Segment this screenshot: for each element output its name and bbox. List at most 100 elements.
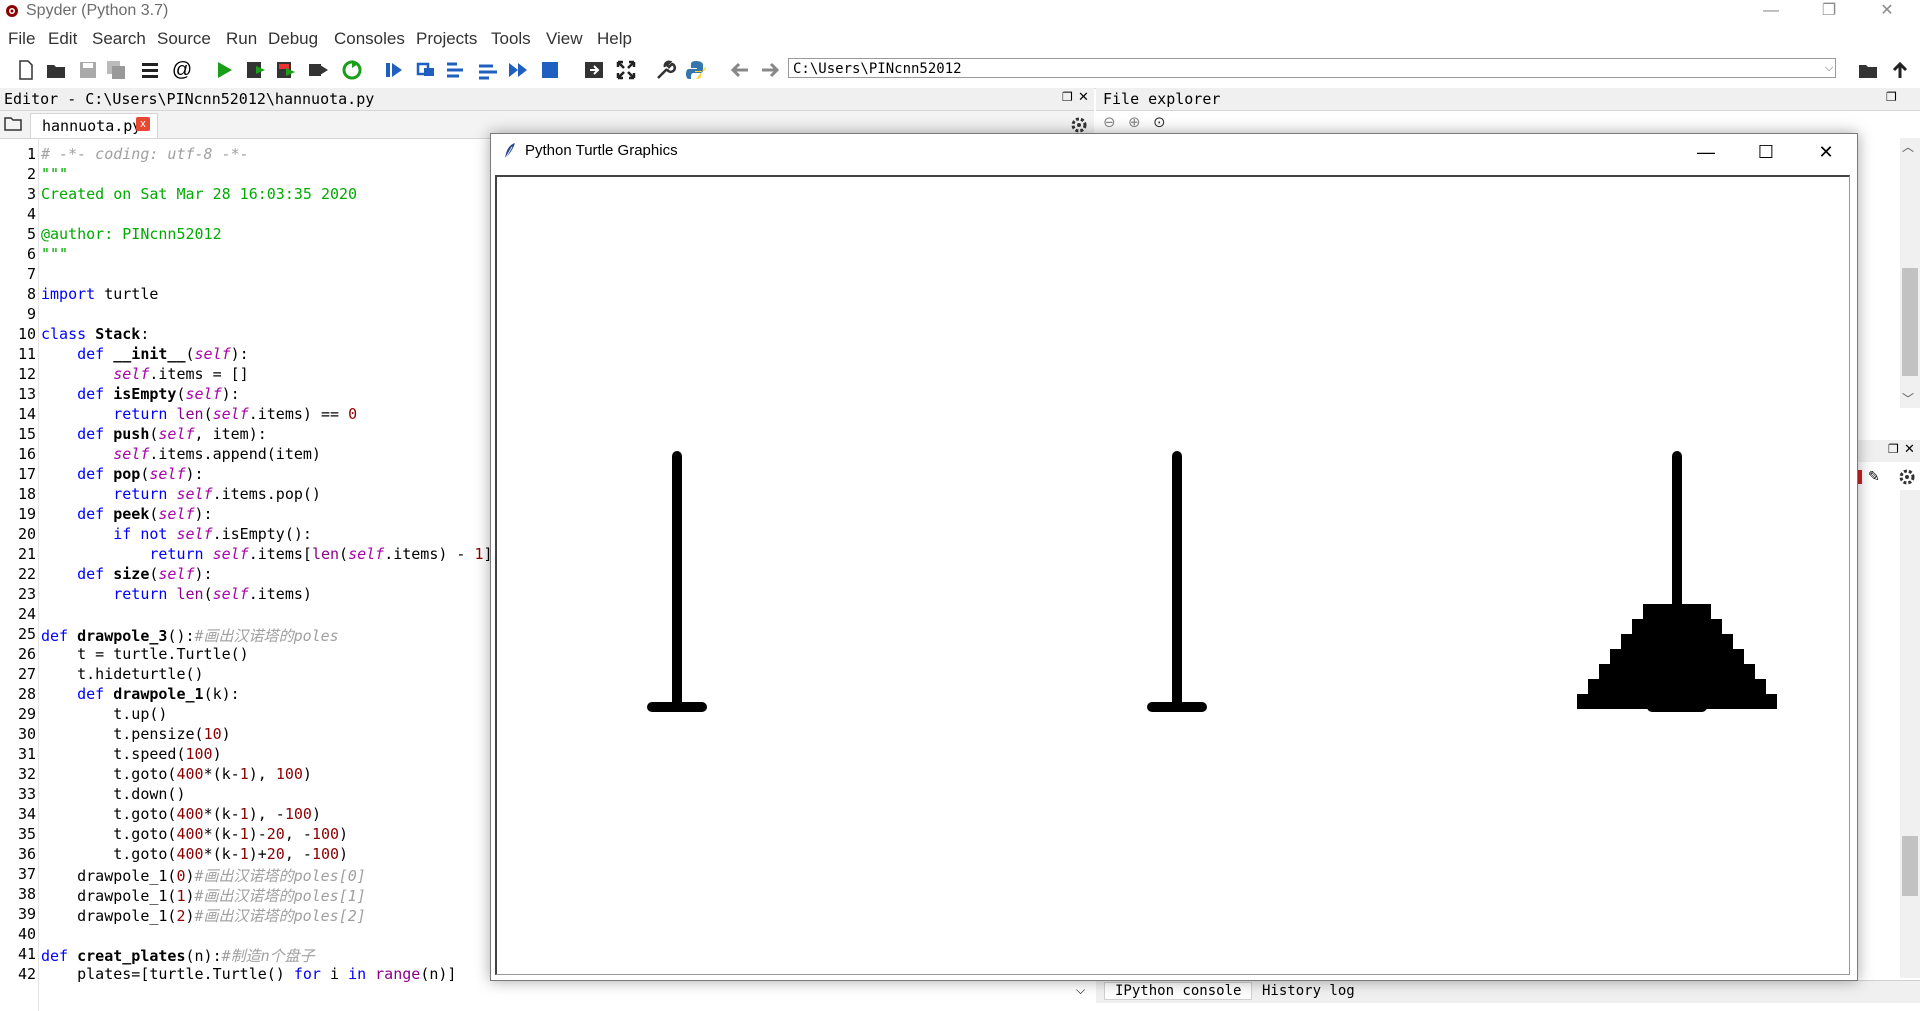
tab-close-icon[interactable]: x <box>136 117 150 131</box>
app-restore-button[interactable]: ❐ <box>1804 0 1854 24</box>
save-icon[interactable] <box>76 58 100 82</box>
turtle-close-button[interactable]: ✕ <box>1796 134 1856 170</box>
line-number: 6 <box>26 245 36 263</box>
line-number: 23 <box>17 585 36 603</box>
stop-debug-icon[interactable] <box>538 58 562 82</box>
close-pane-icon[interactable]: ✕ <box>1078 89 1089 105</box>
line-number: 28 <box>17 685 36 703</box>
fe-undock-icon[interactable]: ❐ <box>1886 90 1897 104</box>
turtle-window-title-bar[interactable] <box>491 134 1855 170</box>
open-file-icon[interactable] <box>44 58 68 82</box>
tab-history-log[interactable]: History log <box>1262 983 1355 999</box>
console-scroll-thumb[interactable] <box>1902 836 1918 896</box>
run-cell-icon[interactable] <box>244 58 268 82</box>
step-return-icon[interactable] <box>476 58 500 82</box>
preferences-wrench-icon[interactable] <box>654 58 678 82</box>
fe-up-icon[interactable]: ⊙ <box>1153 113 1166 131</box>
scroll-down-small-icon[interactable]: ⌵ <box>1076 983 1085 998</box>
turtle-minimize-button[interactable]: — <box>1676 134 1736 170</box>
turtle-maximize-button[interactable]: ☐ <box>1736 134 1796 170</box>
chevron-down-icon[interactable]: ⌵ <box>1822 59 1836 77</box>
fullscreen-icon[interactable] <box>614 58 638 82</box>
code-line: t.down() <box>41 785 186 803</box>
fe-back-icon[interactable]: ⊖ <box>1103 113 1116 131</box>
menu-run[interactable]: Run <box>226 29 257 49</box>
code-line: t.pensize(10) <box>41 725 231 743</box>
line-number: 16 <box>17 445 36 463</box>
menu-help[interactable]: Help <box>597 29 632 49</box>
scroll-up-icon[interactable]: ︿ <box>1902 138 1914 155</box>
app-minimize-button[interactable]: — <box>1746 0 1796 24</box>
line-number: 17 <box>17 465 36 483</box>
save-all-icon[interactable] <box>104 58 128 82</box>
working-directory-input[interactable]: C:\Users\PINcnn52012 <box>788 58 1836 78</box>
menu-tools[interactable]: Tools <box>491 29 531 49</box>
eraser-icon[interactable]: ✎ <box>1868 468 1880 485</box>
continue-icon[interactable] <box>506 58 530 82</box>
line-number: 20 <box>17 525 36 543</box>
menu-view[interactable]: View <box>546 29 583 49</box>
menu-bar: File Edit Search Source Run Debug Consol… <box>0 26 1920 52</box>
lower-pane-undock-icon[interactable]: ❐ <box>1888 442 1899 456</box>
at-icon[interactable]: @ <box>170 58 194 82</box>
plate-2 <box>1588 679 1766 694</box>
line-number: 21 <box>17 545 36 563</box>
menu-source[interactable]: Source <box>157 29 211 49</box>
step-into-icon[interactable] <box>444 58 468 82</box>
plate-6 <box>1632 619 1722 634</box>
line-number: 9 <box>26 305 36 323</box>
browse-tabs-icon[interactable] <box>4 116 22 132</box>
new-file-icon[interactable] <box>14 58 38 82</box>
plates-stack <box>1577 604 1777 709</box>
forward-arrow-icon[interactable] <box>758 58 782 82</box>
editor-file-path: Editor - C:\Users\PINcnn52012\hannuota.p… <box>4 90 375 108</box>
menu-projects[interactable]: Projects <box>416 29 477 49</box>
menu-edit[interactable]: Edit <box>48 29 77 49</box>
run-icon[interactable] <box>212 58 236 82</box>
parent-directory-icon[interactable] <box>1888 58 1912 82</box>
step-icon[interactable] <box>414 58 438 82</box>
browse-folder-icon[interactable] <box>1856 58 1880 82</box>
debug-icon[interactable] <box>382 58 406 82</box>
code-line: import turtle <box>41 285 159 303</box>
list-icon[interactable] <box>138 58 162 82</box>
line-number: 7 <box>26 265 36 283</box>
fe-forward-icon[interactable]: ⊕ <box>1128 113 1141 131</box>
line-number: 5 <box>26 225 36 243</box>
python-path-icon[interactable] <box>684 58 708 82</box>
run-selection-icon[interactable] <box>306 58 330 82</box>
menu-debug[interactable]: Debug <box>268 29 318 49</box>
file-explorer-scroll-thumb[interactable] <box>1902 268 1918 376</box>
code-line: def drawpole_1(k): <box>77 685 240 703</box>
line-number: 2 <box>26 165 36 183</box>
scroll-down-icon[interactable]: ﹀ <box>1902 390 1914 407</box>
menu-consoles[interactable]: Consoles <box>334 29 405 49</box>
feather-icon <box>504 143 515 160</box>
app-close-button[interactable]: ✕ <box>1862 0 1912 24</box>
code-line: t.speed(100) <box>41 745 222 763</box>
code-line: t.hideturtle() <box>41 665 204 683</box>
menu-search[interactable]: Search <box>92 29 146 49</box>
turtle-canvas[interactable] <box>495 175 1850 975</box>
console-gear-icon[interactable] <box>1898 468 1916 486</box>
line-number: 26 <box>17 645 36 663</box>
line-number: 10 <box>17 325 36 343</box>
rerun-icon[interactable] <box>340 58 364 82</box>
code-line: self.items = [] <box>113 365 249 383</box>
lower-pane-close-icon[interactable]: ✕ <box>1904 441 1915 457</box>
back-arrow-icon[interactable] <box>728 58 752 82</box>
maximize-pane-icon[interactable] <box>582 58 606 82</box>
line-number: 40 <box>17 925 36 943</box>
console-scrollbar[interactable] <box>1900 490 1920 978</box>
line-number: 35 <box>17 825 36 843</box>
pole-1 <box>1147 451 1207 712</box>
code-line: def pop(self): <box>77 465 204 483</box>
line-number: 3 <box>26 185 36 203</box>
tab-ipython-console[interactable]: IPython console <box>1104 982 1253 1000</box>
menu-file[interactable]: File <box>8 29 35 49</box>
code-line: return len(self.items) == 0 <box>113 405 358 423</box>
run-cell-advance-icon[interactable] <box>274 58 298 82</box>
undock-icon[interactable]: ❐ <box>1062 90 1073 104</box>
code-line: t = turtle.Turtle() <box>41 645 249 663</box>
gear-icon[interactable] <box>1070 116 1088 134</box>
